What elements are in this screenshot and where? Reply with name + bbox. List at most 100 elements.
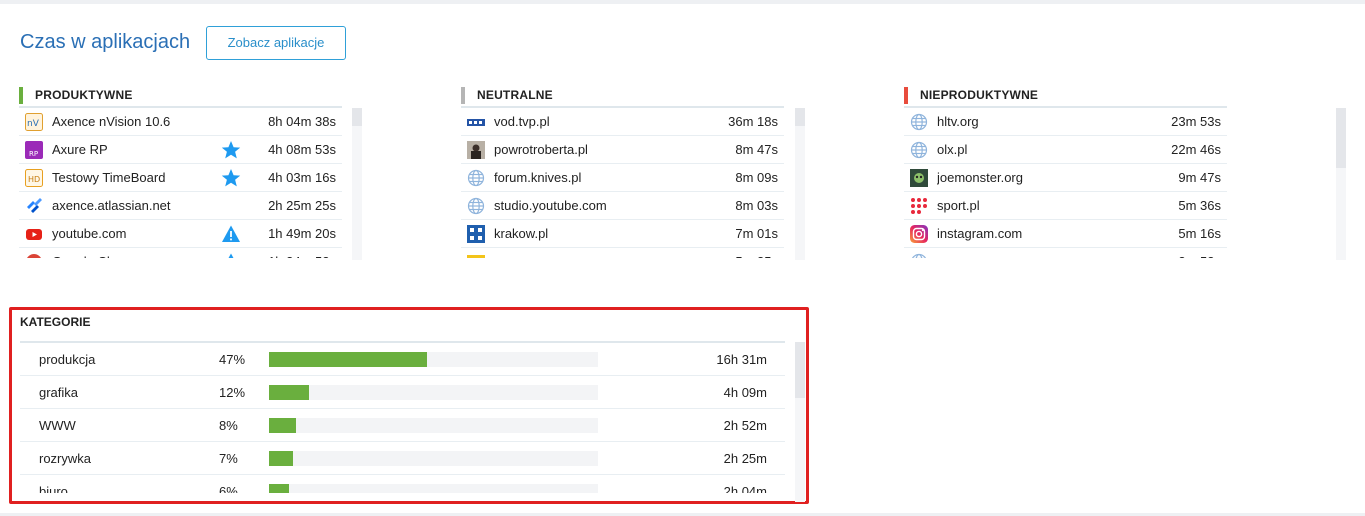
nvision-icon: nV: [24, 112, 44, 132]
svg-text:RP: RP: [29, 150, 38, 158]
app-name: instagram.com: [937, 226, 1023, 241]
categories-list: produkcja 47% 16h 31m grafika 12% 4h 09m WWW 8%…: [20, 343, 785, 493]
category-row[interactable]: rozrywka 7% 2h 25m: [20, 442, 785, 475]
category-bar-fill: [269, 385, 310, 400]
app-time: 5m 35s: [694, 254, 784, 258]
app-time: 7m 01s: [735, 226, 778, 241]
neutral-scrollbar[interactable]: [795, 108, 805, 260]
category-time: 4h 09m: [723, 385, 767, 400]
app-name: joemonster.org: [937, 170, 1023, 185]
neutral-app-row[interactable]: powrotroberta.pl 8m 47s: [461, 136, 784, 164]
axure-icon: RP: [24, 140, 44, 160]
warning-icon[interactable]: [221, 224, 241, 244]
chrome-icon: [24, 252, 44, 258]
category-time: 2h 25m: [723, 451, 767, 466]
neutral-app-row[interactable]: forum.knives.pl 8m 09s: [461, 164, 784, 192]
app-name: krakow.pl: [494, 226, 549, 241]
star-icon[interactable]: [221, 140, 241, 160]
neutral-app-row[interactable]: krakow.pl 7m 01s: [461, 220, 784, 248]
scroll-thumb[interactable]: [795, 108, 805, 126]
category-bar-track: [269, 352, 598, 367]
globe-icon: [466, 196, 486, 216]
atlassian-icon: [24, 196, 44, 216]
svg-text:nV: nV: [27, 119, 40, 129]
app-time: 9m 47s: [1178, 170, 1221, 185]
krakow-icon: [466, 224, 486, 244]
productive-scrollbar[interactable]: [352, 108, 362, 260]
productive-header: PRODUKTYWNE: [19, 84, 342, 108]
app-time: 4h 03m 16s: [268, 170, 336, 185]
nonproductive-header: NIEPRODUKTYWNE: [904, 84, 1227, 108]
nonproductive-app-row[interactable]: sport.pl 5m 36s: [904, 192, 1227, 220]
sport-icon: [909, 196, 929, 216]
globe-icon: [909, 140, 929, 160]
productive-app-row[interactable]: youtube.com 1h 49m 20s: [19, 220, 342, 248]
category-time: 2h 04m: [723, 484, 767, 493]
productive-app-row[interactable]: axence.atlassian.net 2h 25m 25s: [19, 192, 342, 220]
app-name: hltv.org: [937, 114, 979, 129]
neutral-app-row[interactable]: vod.tvp.pl 36m 18s: [461, 108, 784, 136]
top-strip: [0, 0, 1365, 4]
neutral-accent: [461, 86, 465, 104]
app-time: 2h 25m 25s: [268, 198, 336, 213]
app-name: forum.knives.pl: [494, 170, 582, 185]
tvp-icon: [466, 112, 486, 132]
app-time: 1h 49m 20s: [268, 226, 336, 241]
category-bar-fill: [269, 451, 293, 466]
neutral-list: vod.tvp.pl 36m 18s powrotroberta.pl 8m 47s f…: [461, 108, 784, 258]
neutral-header: NEUTRALNE: [461, 84, 784, 108]
nonproductive-app-row[interactable]: olx.pl 22m 46s: [904, 136, 1227, 164]
app-time: 36m 18s: [728, 114, 778, 129]
category-row[interactable]: biuro 6% 2h 04m: [20, 475, 785, 493]
category-row[interactable]: grafika 12% 4h 09m: [20, 376, 785, 409]
nonproductive-app-row[interactable]: hltv.org 23m 53s: [904, 108, 1227, 136]
nonproductive-app-row[interactable]: instagram.com 5m 16s: [904, 220, 1227, 248]
app-time: 8m 03s: [735, 198, 778, 213]
nonproductive-scrollbar[interactable]: [1336, 108, 1346, 260]
star-icon[interactable]: [221, 168, 241, 188]
category-name: WWW: [39, 418, 76, 433]
category-name: rozrywka: [39, 451, 92, 466]
app-time: 4h 08m 53s: [268, 142, 336, 157]
neutral-app-row[interactable]: ...5m 35s: [461, 248, 784, 258]
productive-app-row[interactable]: Google Chrome1h 34m 52s: [19, 248, 342, 258]
app-time: 8h 04m 38s: [268, 114, 336, 129]
photo-icon: [466, 140, 486, 160]
categories-title: KATEGORIE: [20, 315, 91, 329]
productive-app-row[interactable]: RP Axure RP 4h 08m 53s: [19, 136, 342, 164]
scroll-thumb[interactable]: [795, 342, 805, 398]
yellow-icon: [466, 252, 486, 258]
nonproductive-list: hltv.org 23m 53s olx.pl 22m 46s joemonster.o…: [904, 108, 1227, 258]
scroll-thumb[interactable]: [1336, 108, 1346, 168]
globe-icon: [466, 168, 486, 188]
category-bar-track: [269, 484, 598, 493]
app-time: 5m 36s: [1178, 198, 1221, 213]
productive-app-row[interactable]: nV Axence nVision 10.6 8h 04m 38s: [19, 108, 342, 136]
category-row[interactable]: produkcja 47% 16h 31m: [20, 343, 785, 376]
app-name: olx.pl: [937, 142, 968, 157]
category-percent: 12%: [219, 385, 246, 400]
neutral-panel: NEUTRALNE vod.tvp.pl 36m 18s powrotroberta…: [461, 84, 815, 260]
app-time: 8m 47s: [735, 142, 778, 157]
productive-accent: [19, 86, 23, 104]
globe-icon: [909, 252, 929, 258]
nonproductive-app-row[interactable]: joemonster.org 9m 47s: [904, 164, 1227, 192]
neutral-app-row[interactable]: studio.youtube.com 8m 03s: [461, 192, 784, 220]
category-row[interactable]: WWW 8% 2h 52m: [20, 409, 785, 442]
categories-scrollbar[interactable]: [795, 342, 805, 502]
scroll-thumb[interactable]: [352, 108, 362, 126]
category-percent: 7%: [219, 451, 238, 466]
category-bar-track: [269, 385, 598, 400]
app-name: Axence nVision 10.6: [52, 114, 171, 129]
nonproductive-app-row[interactable]: ...3m 53s: [904, 248, 1227, 258]
view-apps-button[interactable]: Zobacz aplikacje: [206, 26, 346, 60]
productive-app-row[interactable]: HD Testowy TimeBoard 4h 03m 16s: [19, 164, 342, 192]
app-time: 1h 34m 52s: [252, 254, 342, 258]
globe-icon: [909, 112, 929, 132]
category-percent: 47%: [219, 352, 246, 367]
category-time: 2h 52m: [723, 418, 767, 433]
app-time: 22m 46s: [1171, 142, 1221, 157]
app-name: studio.youtube.com: [494, 198, 607, 213]
app-name: vod.tvp.pl: [494, 114, 550, 129]
warning-icon[interactable]: [221, 252, 241, 258]
